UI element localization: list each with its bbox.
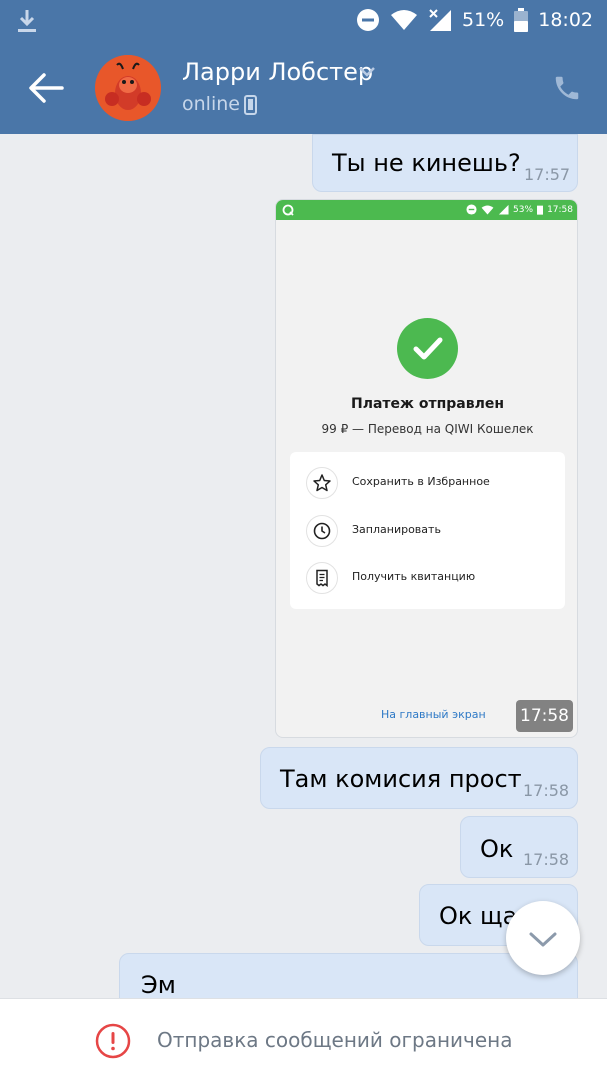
message-text: Ок bbox=[480, 835, 514, 863]
message-text: Эм bbox=[141, 971, 176, 999]
wifi-icon bbox=[481, 204, 494, 215]
do-not-disturb-icon bbox=[357, 9, 379, 31]
chat-header: Ларри Лобстер online bbox=[0, 40, 607, 134]
success-check-icon bbox=[397, 318, 458, 379]
message-bubble[interactable]: Там комисия прост 17:58 bbox=[260, 747, 578, 809]
wifi-icon bbox=[391, 10, 417, 30]
battery-percent: 51% bbox=[462, 9, 505, 31]
message-bubble[interactable]: Ты не кинешь? 17:57 bbox=[312, 134, 578, 192]
clock: 18:02 bbox=[538, 9, 593, 31]
receipt-icon bbox=[306, 562, 338, 594]
chevron-down-icon[interactable] bbox=[358, 66, 376, 78]
contact-status: online bbox=[182, 93, 240, 115]
back-arrow-icon[interactable] bbox=[26, 70, 66, 106]
lobster-avatar-image bbox=[95, 55, 161, 121]
contact-name[interactable]: Ларри Лобстер bbox=[182, 58, 373, 86]
home-screen-link: На главный экран bbox=[381, 708, 486, 721]
action-save-favorites: Сохранить в Избранное bbox=[290, 460, 565, 506]
clock-icon bbox=[306, 515, 338, 547]
status-bar: 51% 18:02 bbox=[0, 0, 607, 40]
payment-title: Платеж отправлен bbox=[351, 396, 504, 412]
action-label: Запланировать bbox=[352, 523, 441, 536]
battery-icon bbox=[514, 8, 529, 32]
screenshot-time: 17:58 bbox=[547, 204, 573, 215]
do-not-disturb-icon bbox=[466, 204, 477, 215]
scroll-to-bottom-button[interactable] bbox=[506, 901, 580, 975]
chevron-down-icon bbox=[529, 932, 557, 947]
message-time: 17:58 bbox=[523, 850, 570, 869]
battery-icon bbox=[537, 205, 544, 215]
download-icon bbox=[18, 10, 36, 32]
action-label: Получить квитанцию bbox=[352, 570, 476, 583]
phone-call-icon[interactable] bbox=[552, 73, 582, 103]
image-message-time: 17:58 bbox=[516, 700, 573, 732]
avatar[interactable] bbox=[95, 55, 161, 121]
message-bubble[interactable]: Ок 17:58 bbox=[460, 816, 578, 878]
message-text: Там комисия прост bbox=[280, 765, 522, 793]
message-text: Ты не кинешь? bbox=[332, 149, 521, 177]
banner-text: Отправка сообщений ограничена bbox=[157, 1028, 513, 1052]
signal-icon bbox=[429, 9, 451, 31]
payment-subtitle: 99 ₽ — Перевод на QIWI Кошелек bbox=[321, 422, 534, 436]
signal-icon bbox=[498, 204, 509, 215]
mobile-phone-icon bbox=[244, 95, 257, 115]
action-schedule: Запланировать bbox=[290, 508, 565, 554]
qiwi-logo-icon bbox=[282, 204, 294, 216]
screenshot-battery: 53% bbox=[513, 204, 534, 215]
message-time: 17:57 bbox=[524, 165, 571, 184]
action-receipt: Получить квитанцию bbox=[290, 555, 565, 601]
message-time: 17:58 bbox=[523, 781, 570, 800]
image-message[interactable]: 53% 17:58 Платеж отправлен 99 ₽ — Перево… bbox=[275, 199, 578, 738]
star-icon bbox=[306, 467, 338, 499]
messaging-restricted-banner: Отправка сообщений ограничена bbox=[0, 998, 607, 1080]
actions-card: Сохранить в Избранное Запланировать Полу… bbox=[290, 452, 565, 609]
warning-icon bbox=[95, 1023, 131, 1059]
action-label: Сохранить в Избранное bbox=[352, 475, 490, 488]
screenshot-status-bar: 53% 17:58 bbox=[276, 200, 577, 220]
